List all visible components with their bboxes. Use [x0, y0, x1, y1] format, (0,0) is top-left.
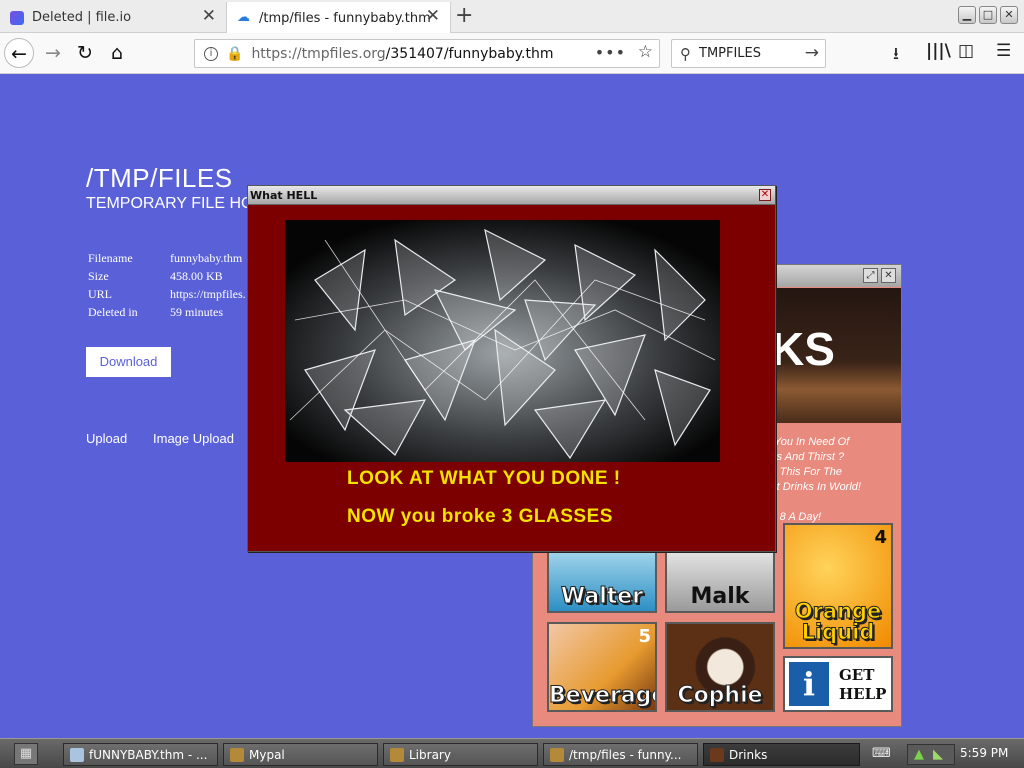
update-icon[interactable]: ▲	[914, 747, 924, 762]
downloads-icon[interactable]: ⭳	[893, 41, 899, 70]
forward-button[interactable]: →	[38, 38, 68, 68]
close-window-icon[interactable]: ✕	[881, 268, 896, 283]
task-drinks[interactable]: Drinks	[703, 743, 860, 766]
mypal-icon	[230, 747, 244, 762]
tab-tmpfiles[interactable]: ☁ /tmp/files - funnybaby.thm ✕	[226, 2, 451, 34]
maximize-icon[interactable]: ⤢	[863, 268, 878, 283]
dialog-title: What HELL	[250, 189, 318, 202]
detail-row: URL https://tmpfiles.	[88, 287, 246, 301]
page-title: /TMP/FILES	[86, 163, 233, 193]
window-controls: ▁ □ ✕	[958, 6, 1018, 24]
menu-icon[interactable]: ☰	[996, 41, 1011, 61]
maximize-icon[interactable]: □	[979, 6, 997, 24]
new-tab-button[interactable]: +	[455, 4, 473, 28]
banner-text: KS	[771, 323, 835, 375]
dialog-message-line1: LOOK AT WHAT YOU DONE !	[347, 468, 621, 489]
close-tab-icon[interactable]: ✕	[426, 8, 440, 25]
image-upload-link[interactable]: Image Upload	[153, 431, 234, 446]
tab-title: /tmp/files - funnybaby.thm	[259, 10, 431, 26]
network-icon[interactable]: ◣	[933, 747, 943, 762]
tile-beverage[interactable]: 5 Beverage	[547, 622, 657, 712]
info-icon: i	[789, 662, 829, 706]
mypal-icon	[550, 747, 564, 762]
tile-get-help[interactable]: i GET HELP	[783, 656, 893, 712]
reload-button[interactable]: ↻	[70, 38, 100, 68]
bookmark-star-icon[interactable]: ☆	[638, 42, 653, 62]
home-button[interactable]: ⌂	[102, 38, 132, 68]
close-tab-icon[interactable]: ✕	[202, 8, 216, 25]
info-icon[interactable]: i	[204, 46, 218, 61]
what-hell-dialog: What HELL ✕ LOOK AT WHAT YOU DONE ! NOW …	[247, 185, 776, 552]
system-tray: ▲ ◣	[907, 744, 955, 765]
mypal-icon	[390, 747, 404, 762]
task-tmpfiles[interactable]: /tmp/files - funny...	[543, 743, 698, 766]
sidebar-icon[interactable]: ◫	[958, 41, 974, 61]
search-bar[interactable]: ⚲ TMPFILES →	[671, 39, 826, 68]
app-icon	[70, 747, 84, 762]
navigation-bar: ← → ↻ ⌂ i 🔒 https://tmpfiles.org/351407/…	[0, 33, 1024, 74]
minimize-icon[interactable]: ▁	[958, 6, 976, 24]
broken-glass-image	[285, 220, 720, 462]
library-icon[interactable]: |||\	[926, 41, 951, 61]
detail-row: Filename funnybaby.thm	[88, 251, 243, 265]
close-dialog-icon[interactable]: ✕	[759, 189, 771, 201]
task-library[interactable]: Library	[383, 743, 538, 766]
upload-link[interactable]: Upload	[86, 431, 127, 446]
file-details: Filename funnybaby.thm Size 458.00 KB URL h…	[88, 249, 246, 321]
page-actions-icon[interactable]: •••	[595, 43, 626, 62]
dialog-message-line2: NOW you broke 3 GLASSES	[347, 506, 613, 527]
back-button[interactable]: ←	[4, 38, 34, 68]
url-text[interactable]: https://tmpfiles.org/351407/funnybaby.th…	[251, 46, 553, 62]
download-button[interactable]: Download	[86, 347, 171, 377]
tile-cophie[interactable]: Cophie	[665, 622, 775, 712]
browser-tab-bar: Deleted | file.io ✕ ☁ /tmp/files - funny…	[0, 0, 1024, 34]
drinks-banner: KS	[766, 288, 901, 423]
drinks-icon	[710, 747, 724, 762]
fileio-favicon-icon	[10, 10, 24, 25]
search-text[interactable]: TMPFILES	[699, 46, 761, 61]
promo-text: e You In Need Of nks And Thirst ? se Thi…	[765, 436, 861, 493]
cloud-upload-icon: ☁	[237, 10, 250, 25]
close-window-icon[interactable]: ✕	[1000, 6, 1018, 24]
lock-icon: 🔒	[226, 45, 244, 62]
detail-row: Deleted in 59 minutes	[88, 305, 223, 319]
show-desktop-icon[interactable]: ▦	[14, 743, 38, 765]
tile-walter[interactable]: Walter	[547, 551, 657, 613]
search-go-icon[interactable]: →	[805, 43, 819, 63]
taskbar: ▦ fUNNYBABY.thm - ... Mypal Library /tmp…	[0, 738, 1024, 768]
tab-deleted-fileio[interactable]: Deleted | file.io ✕	[0, 2, 226, 33]
dialog-titlebar[interactable]: What HELL ✕	[248, 186, 775, 205]
tile-orange-liquid[interactable]: 4 Orange Liquid	[783, 523, 893, 649]
clock[interactable]: 5:59 PM	[960, 746, 1008, 760]
page-subtitle: TEMPORARY FILE HO	[86, 195, 254, 212]
task-funnybaby[interactable]: fUNNYBABY.thm - ...	[63, 743, 218, 766]
task-mypal[interactable]: Mypal	[223, 743, 378, 766]
tile-malk[interactable]: Malk	[665, 551, 775, 613]
search-icon: ⚲	[680, 44, 691, 63]
tab-title: Deleted | file.io	[32, 10, 132, 25]
detail-row: Size 458.00 KB	[88, 269, 223, 283]
address-bar[interactable]: i 🔒 https://tmpfiles.org/351407/funnybab…	[194, 39, 660, 68]
keyboard-icon[interactable]: ⌨	[872, 746, 891, 761]
